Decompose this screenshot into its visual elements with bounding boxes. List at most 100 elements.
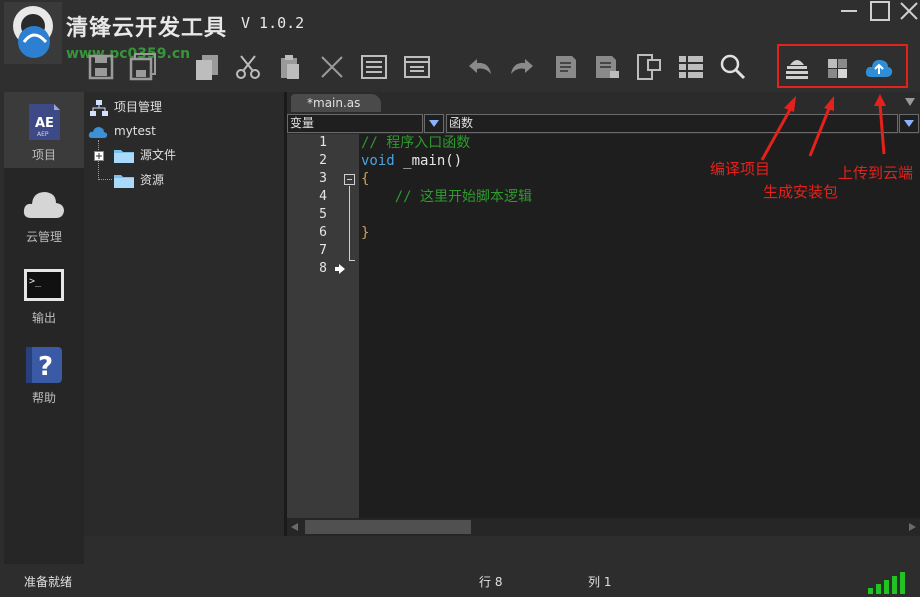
line-number: 5 [319, 207, 327, 222]
delete-button[interactable] [317, 52, 347, 82]
panel-icon [404, 56, 430, 78]
app-title: 清锋云开发工具 [66, 15, 228, 41]
tree-item-source[interactable]: 源文件 [94, 145, 176, 165]
fold-guide-line [349, 186, 350, 260]
line-number-gutter: 1 2 3 4 5 6 7 8 [287, 134, 359, 518]
cloud-icon [23, 192, 64, 218]
annotation-arrows [760, 94, 886, 161]
code-line: { [361, 171, 370, 187]
terminal-icon: >_ [24, 269, 64, 301]
panel-button[interactable] [402, 52, 432, 82]
status-ready: 准备就绪 [24, 575, 73, 589]
scroll-right-icon[interactable] [909, 523, 916, 531]
code-line: void _main() [361, 152, 462, 170]
code-keyword: void [361, 153, 395, 169]
layout-icon [637, 54, 661, 80]
copy-button[interactable] [192, 52, 222, 82]
tree-root[interactable]: 项目管理 [90, 97, 162, 117]
code-line: // 程序入口函数 [361, 135, 471, 151]
close-icon[interactable] [898, 0, 920, 22]
signal-strength-icon [868, 572, 905, 594]
document-button[interactable] [550, 52, 580, 82]
redo-button[interactable] [507, 52, 537, 82]
fold-guide-end [349, 260, 355, 261]
tab-main-as[interactable]: *main.as [291, 94, 381, 112]
folder-icon [114, 150, 134, 163]
nav-item-help[interactable]: ? 帮助 [4, 335, 84, 411]
cloud-project-icon [88, 126, 108, 138]
code-function: _main() [394, 153, 463, 169]
grid-list-icon [679, 56, 703, 78]
minimize-icon[interactable] [838, 0, 860, 22]
hierarchy-icon [90, 99, 108, 116]
project-tree: 项目管理 mytest 源文件 资源 [84, 92, 284, 536]
line-number: 3 [319, 171, 327, 186]
chevron-down-icon [429, 120, 439, 127]
compile-button[interactable] [782, 53, 812, 83]
svg-text:AEP: AEP [37, 131, 49, 138]
list-icon [361, 55, 387, 79]
maximize-icon[interactable] [869, 0, 891, 22]
save-all-icon [129, 53, 156, 81]
annotation-compile: 编译项目 [710, 160, 771, 178]
nav-item-cloud[interactable]: 云管理 [4, 174, 84, 250]
help-book-icon: ? [26, 347, 62, 383]
nav-label-cloud: 云管理 [25, 230, 62, 244]
nav-label-help: 帮助 [31, 391, 56, 405]
side-navigation: AE AEP 项目 云管理 >_ 输出 ? 帮助 [4, 92, 84, 564]
grid-list-button[interactable] [676, 52, 706, 82]
line-number: 7 [319, 243, 327, 258]
expand-plus-icon[interactable] [94, 150, 104, 161]
svg-text:AE: AE [35, 116, 54, 131]
tree-connector [98, 179, 112, 180]
tree-root-label: 项目管理 [114, 100, 163, 114]
annotation-upload: 上传到云端 [838, 164, 914, 182]
nav-label-output: 输出 [31, 311, 56, 325]
undo-button[interactable] [465, 52, 495, 82]
save-all-button[interactable] [128, 52, 158, 82]
document-edit-icon [596, 56, 619, 78]
status-bar: 准备就绪 行 8 列 1 [0, 564, 920, 597]
compile-icon [786, 60, 808, 79]
scroll-left-icon[interactable] [291, 523, 298, 531]
delete-icon [321, 56, 343, 78]
list-button[interactable] [359, 52, 389, 82]
search-icon [720, 54, 746, 80]
app-logo-icon [4, 2, 62, 64]
cut-button[interactable] [233, 52, 263, 82]
search-button[interactable] [718, 52, 748, 82]
paste-button[interactable] [275, 52, 305, 82]
cloud-upload-button[interactable] [864, 53, 894, 83]
layout-button[interactable] [634, 52, 664, 82]
line-number: 2 [319, 153, 327, 168]
horizontal-scrollbar[interactable] [287, 518, 920, 536]
line-number: 1 [319, 135, 327, 150]
copy-icon [196, 55, 218, 80]
variable-dropdown-button[interactable] [424, 114, 444, 133]
status-column: 列 1 [588, 575, 612, 589]
app-window: 清锋云开发工具 V 1.0.2 www.pc0359.cn AE AEP 项目 … [0, 0, 920, 597]
tree-project[interactable]: mytest [88, 121, 156, 141]
svg-text:>_: >_ [29, 276, 42, 287]
tree-project-label: mytest [114, 124, 156, 138]
current-line-arrow-icon [335, 264, 345, 274]
save-button[interactable] [86, 52, 116, 82]
line-number: 8 [319, 261, 327, 276]
fold-collapse-icon[interactable] [344, 174, 356, 186]
app-version: V 1.0.2 [241, 14, 305, 32]
package-icon [828, 59, 847, 78]
paste-icon [281, 55, 299, 79]
variable-dropdown[interactable]: 变量 [287, 114, 423, 133]
code-line: // 这里开始脚本逻辑 [361, 189, 533, 205]
scrollbar-thumb[interactable] [305, 520, 471, 534]
tree-item-resources[interactable]: 资源 [114, 170, 164, 190]
line-number: 6 [319, 225, 327, 240]
svg-text:?: ? [38, 352, 53, 382]
status-line: 行 8 [479, 575, 503, 589]
nav-item-output[interactable]: >_ 输出 [4, 255, 84, 331]
document-edit-button[interactable] [592, 52, 622, 82]
save-icon [88, 54, 114, 80]
ae-project-icon: AE AEP [29, 104, 60, 140]
nav-item-project[interactable]: AE AEP 项目 [4, 92, 84, 168]
package-button[interactable] [823, 53, 853, 83]
